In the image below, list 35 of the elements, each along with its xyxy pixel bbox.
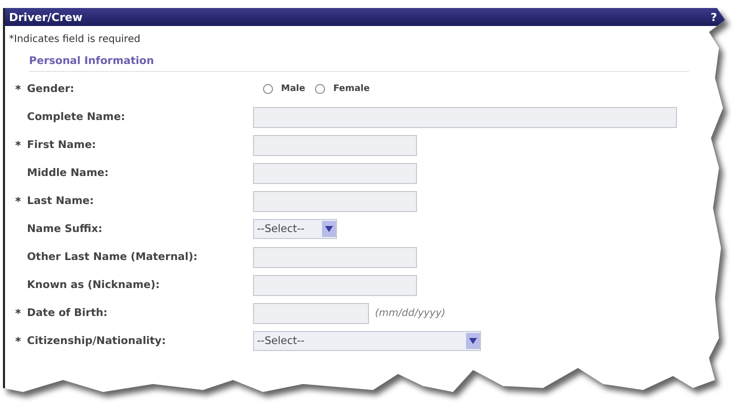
field-label: Name Suffix: xyxy=(27,223,104,235)
caret-icon xyxy=(322,221,336,237)
input-field[interactable] xyxy=(253,274,417,296)
required-mark: * xyxy=(15,138,21,152)
format-hint: (mm/dd/yyyy) xyxy=(375,308,446,318)
field-label: Middle Name: xyxy=(27,167,110,179)
field-label: First Name: xyxy=(27,139,98,151)
section-legend: Personal Information xyxy=(29,55,689,72)
required-mark: * xyxy=(15,334,21,348)
select-dropdown[interactable]: --Select-- xyxy=(253,331,481,351)
required-mark: * xyxy=(15,194,21,208)
panel-title: Driver/Crew xyxy=(9,10,83,24)
input-field[interactable] xyxy=(253,106,677,128)
caret-icon xyxy=(466,333,480,349)
field-label: Last Name: xyxy=(27,195,95,207)
field-label: Other Last Name (Maternal): xyxy=(27,251,198,263)
radio-label: Female xyxy=(333,84,370,94)
radio-label: Male xyxy=(281,84,306,94)
field-label: Complete Name: xyxy=(27,111,126,123)
field-label: Date of Birth: xyxy=(27,307,109,319)
required-note: *Indicates field is required xyxy=(8,33,142,47)
required-mark: * xyxy=(15,306,21,320)
input-field[interactable] xyxy=(253,162,417,184)
input-field[interactable] xyxy=(253,302,369,324)
input-field[interactable] xyxy=(253,190,417,212)
field-label: Known as (Nickname): xyxy=(27,279,161,291)
radio-button[interactable] xyxy=(263,84,273,94)
help-button[interactable]: ? xyxy=(710,10,717,24)
input-field[interactable] xyxy=(253,246,417,268)
input-field[interactable] xyxy=(253,134,417,156)
select-dropdown[interactable]: --Select-- xyxy=(253,219,337,239)
field-label: Gender: xyxy=(27,83,76,95)
field-label: Citizenship/Nationality: xyxy=(27,335,167,347)
radio-button[interactable] xyxy=(315,84,326,94)
required-mark: * xyxy=(15,82,21,96)
